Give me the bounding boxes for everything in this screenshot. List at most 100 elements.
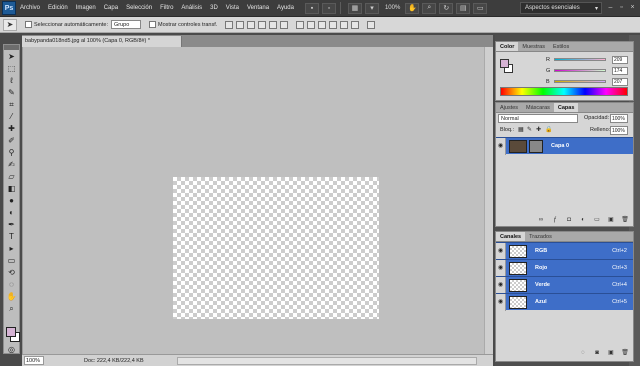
tab-color[interactable]: Color — [496, 42, 519, 51]
lock-pixels-icon[interactable]: ✎ — [527, 126, 532, 133]
tab-muestras[interactable]: Muestras — [518, 42, 549, 51]
minimize-icon[interactable]: – — [606, 3, 615, 12]
workspace-switcher[interactable]: Aspectos esenciales ▾ — [520, 2, 602, 14]
path-select-tool-icon[interactable]: ▸ — [6, 244, 17, 254]
adjustment-layer-icon[interactable]: ◐ — [579, 217, 587, 224]
delete-layer-icon[interactable]: 🗑 — [621, 217, 629, 224]
quick-select-tool-icon[interactable]: ✎ — [6, 88, 17, 98]
distribute-top-icon[interactable] — [296, 20, 305, 29]
menu-ayuda[interactable]: Ayuda — [277, 5, 294, 11]
slider-b-track[interactable] — [554, 80, 606, 83]
new-channel-icon[interactable]: ▣ — [607, 350, 615, 357]
clone-stamp-tool-icon[interactable]: ⚲ — [6, 148, 17, 158]
pen-tool-icon[interactable]: ✒ — [6, 220, 17, 230]
menu-seleccion[interactable]: Selección — [126, 5, 152, 11]
menu-capa[interactable]: Capa — [104, 5, 118, 11]
slider-r-value[interactable]: 209 — [612, 55, 628, 64]
zoom-tool-icon[interactable]: ⌕ — [422, 2, 437, 14]
3d-rotate-tool-icon[interactable]: ⟲ — [6, 268, 17, 278]
type-tool-icon[interactable]: T — [6, 232, 17, 242]
color-panel-fg-swatch[interactable] — [500, 59, 509, 68]
align-top-icon[interactable] — [225, 20, 234, 29]
tab-mascaras[interactable]: Máscaras — [522, 103, 554, 112]
channel-row-azul[interactable]: ◉ Azul Ctrl+5 — [496, 293, 633, 311]
move-tool-preset-icon[interactable]: ➤ — [3, 18, 17, 31]
foreground-color-swatch[interactable] — [6, 327, 16, 337]
save-selection-icon[interactable]: ◙ — [593, 350, 601, 357]
channel-row-rojo[interactable]: ◉ Rojo Ctrl+3 — [496, 259, 633, 277]
menu-edicion[interactable]: Edición — [48, 5, 68, 11]
menu-archivo[interactable]: Archivo — [20, 5, 40, 11]
distribute-vcenter-icon[interactable] — [307, 20, 316, 29]
align-vcenter-icon[interactable] — [236, 20, 245, 29]
blend-mode-select[interactable]: Normal — [498, 114, 578, 123]
document-tab[interactable]: babypanda018nd5.jpg al 100% (Capa 0, RGB… — [22, 36, 182, 47]
eye-icon[interactable]: ◉ — [496, 137, 506, 155]
eye-icon[interactable]: ◉ — [496, 293, 506, 311]
load-selection-icon[interactable]: ◌ — [579, 350, 587, 357]
distribute-left-icon[interactable] — [329, 20, 338, 29]
new-group-icon[interactable]: ▭ — [593, 217, 601, 224]
maximize-icon[interactable]: ▫ — [617, 3, 626, 12]
eraser-tool-icon[interactable]: ▱ — [6, 172, 17, 182]
slider-g-value[interactable]: 174 — [612, 66, 628, 75]
menu-ventana[interactable]: Ventana — [247, 5, 269, 11]
toolbox-header[interactable] — [4, 45, 19, 50]
gradient-tool-icon[interactable]: ◧ — [6, 184, 17, 194]
close-icon[interactable]: × — [628, 3, 637, 12]
menu-analisis[interactable]: Análisis — [181, 5, 202, 11]
vertical-scrollbar[interactable] — [484, 47, 493, 354]
align-hcenter-icon[interactable] — [269, 20, 278, 29]
eye-icon[interactable]: ◉ — [496, 259, 506, 277]
auto-align-icon[interactable] — [367, 20, 376, 29]
blur-tool-icon[interactable]: ● — [6, 196, 17, 206]
lock-transparency-icon[interactable]: ▦ — [518, 126, 524, 133]
bridge-button[interactable]: ▪ — [304, 2, 319, 14]
distribute-right-icon[interactable] — [351, 20, 360, 29]
channel-row-rgb[interactable]: ◉ RGB Ctrl+2 — [496, 242, 633, 260]
layer-row[interactable]: ◉ Capa 0 — [496, 137, 633, 155]
menu-3d[interactable]: 3D — [210, 5, 218, 11]
layer-name[interactable]: Capa 0 — [551, 143, 569, 149]
eye-icon[interactable]: ◉ — [496, 242, 506, 260]
quick-mask-icon[interactable]: ◎ — [6, 345, 17, 355]
shape-tool-icon[interactable]: ▭ — [6, 256, 17, 266]
history-brush-tool-icon[interactable]: ✍ — [6, 160, 17, 170]
canvas-area[interactable] — [22, 47, 493, 354]
zoom-tool-icon[interactable]: ⌕ — [6, 304, 17, 314]
menu-zoom-value[interactable]: 100% — [385, 5, 400, 11]
distribute-bottom-icon[interactable] — [318, 20, 327, 29]
guides-button[interactable]: ▦ — [347, 2, 362, 14]
slider-r-track[interactable] — [554, 58, 606, 61]
document-info[interactable]: Doc: 222,4 KB/222,4 KB — [84, 358, 144, 364]
link-layers-icon[interactable]: ∞ — [537, 217, 545, 224]
tab-estilos[interactable]: Estilos — [549, 42, 573, 51]
channel-row-verde[interactable]: ◉ Verde Ctrl+4 — [496, 276, 633, 294]
slider-g[interactable]: G 174 — [546, 66, 631, 75]
hand-tool-icon[interactable]: ✋ — [405, 2, 420, 14]
delete-channel-icon[interactable]: 🗑 — [621, 350, 629, 357]
slider-b-value[interactable]: 207 — [612, 77, 628, 86]
lock-position-icon[interactable]: ✚ — [536, 126, 541, 133]
tab-trazados[interactable]: Trazados — [525, 232, 556, 241]
arrange-documents-icon[interactable]: ▤ — [456, 2, 471, 14]
color-spectrum[interactable] — [500, 87, 628, 96]
lock-all-icon[interactable]: 🔒 — [545, 126, 552, 133]
auto-select-dropdown[interactable]: Grupo — [110, 20, 141, 29]
fill-field[interactable]: 100% — [610, 126, 628, 135]
auto-select-checkbox[interactable] — [25, 21, 32, 28]
healing-brush-tool-icon[interactable]: ✚ — [6, 124, 17, 134]
layer-mask-thumbnail[interactable] — [529, 139, 543, 153]
status-zoom-field[interactable]: 100% — [24, 356, 44, 365]
slider-b[interactable]: B 207 — [546, 77, 631, 86]
opacity-field[interactable]: 100% — [610, 114, 628, 123]
tab-canales[interactable]: Canales — [496, 232, 526, 241]
hand-tool-icon[interactable]: ✋ — [6, 292, 17, 302]
new-layer-icon[interactable]: ▣ — [607, 217, 615, 224]
slider-g-track[interactable] — [554, 69, 606, 72]
transparent-canvas[interactable] — [173, 177, 379, 319]
menu-vista[interactable]: Vista — [226, 5, 239, 11]
align-bottom-icon[interactable] — [247, 20, 256, 29]
crop-tool-icon[interactable]: ⌗ — [6, 100, 17, 110]
eye-icon[interactable]: ◉ — [496, 276, 506, 294]
